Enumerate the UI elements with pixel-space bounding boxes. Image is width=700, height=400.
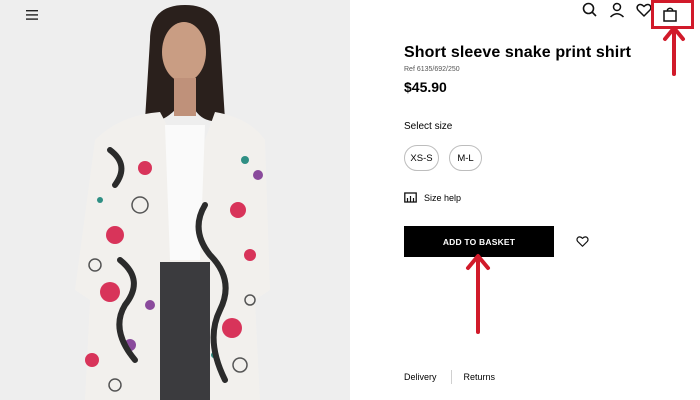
size-help-label: Size help — [424, 192, 462, 203]
annotation-arrow-up-bag — [663, 26, 685, 76]
shopping-bag-icon[interactable] — [660, 5, 680, 25]
product-image[interactable] — [0, 0, 350, 400]
ruler-icon — [404, 192, 417, 203]
tab-returns[interactable]: Returns — [464, 372, 496, 382]
search-icon[interactable] — [580, 0, 600, 20]
product-info: Short sleeve snake print shirt Ref 6135/… — [404, 44, 631, 95]
account-icon[interactable] — [607, 0, 627, 20]
add-to-wishlist-heart-icon[interactable] — [575, 234, 590, 248]
product-ref: Ref 6135/692/250 — [404, 66, 460, 73]
tab-divider — [450, 370, 452, 384]
add-to-basket-button[interactable]: ADD TO BASKET — [404, 226, 554, 257]
product-title: Short sleeve snake print shirt — [404, 44, 632, 61]
size-label: Select size — [404, 121, 453, 132]
size-option-m-l[interactable]: M-L — [449, 145, 482, 171]
size-option-xs-s[interactable]: XS-S — [404, 145, 439, 171]
info-tabs: Delivery Returns — [404, 370, 495, 384]
menu-icon[interactable] — [26, 7, 38, 20]
annotation-arrow-up-add-to-basket — [466, 254, 490, 334]
size-help-link[interactable]: Size help — [404, 192, 461, 203]
product-price: $45.90 — [404, 79, 447, 95]
tab-delivery[interactable]: Delivery — [404, 372, 437, 382]
